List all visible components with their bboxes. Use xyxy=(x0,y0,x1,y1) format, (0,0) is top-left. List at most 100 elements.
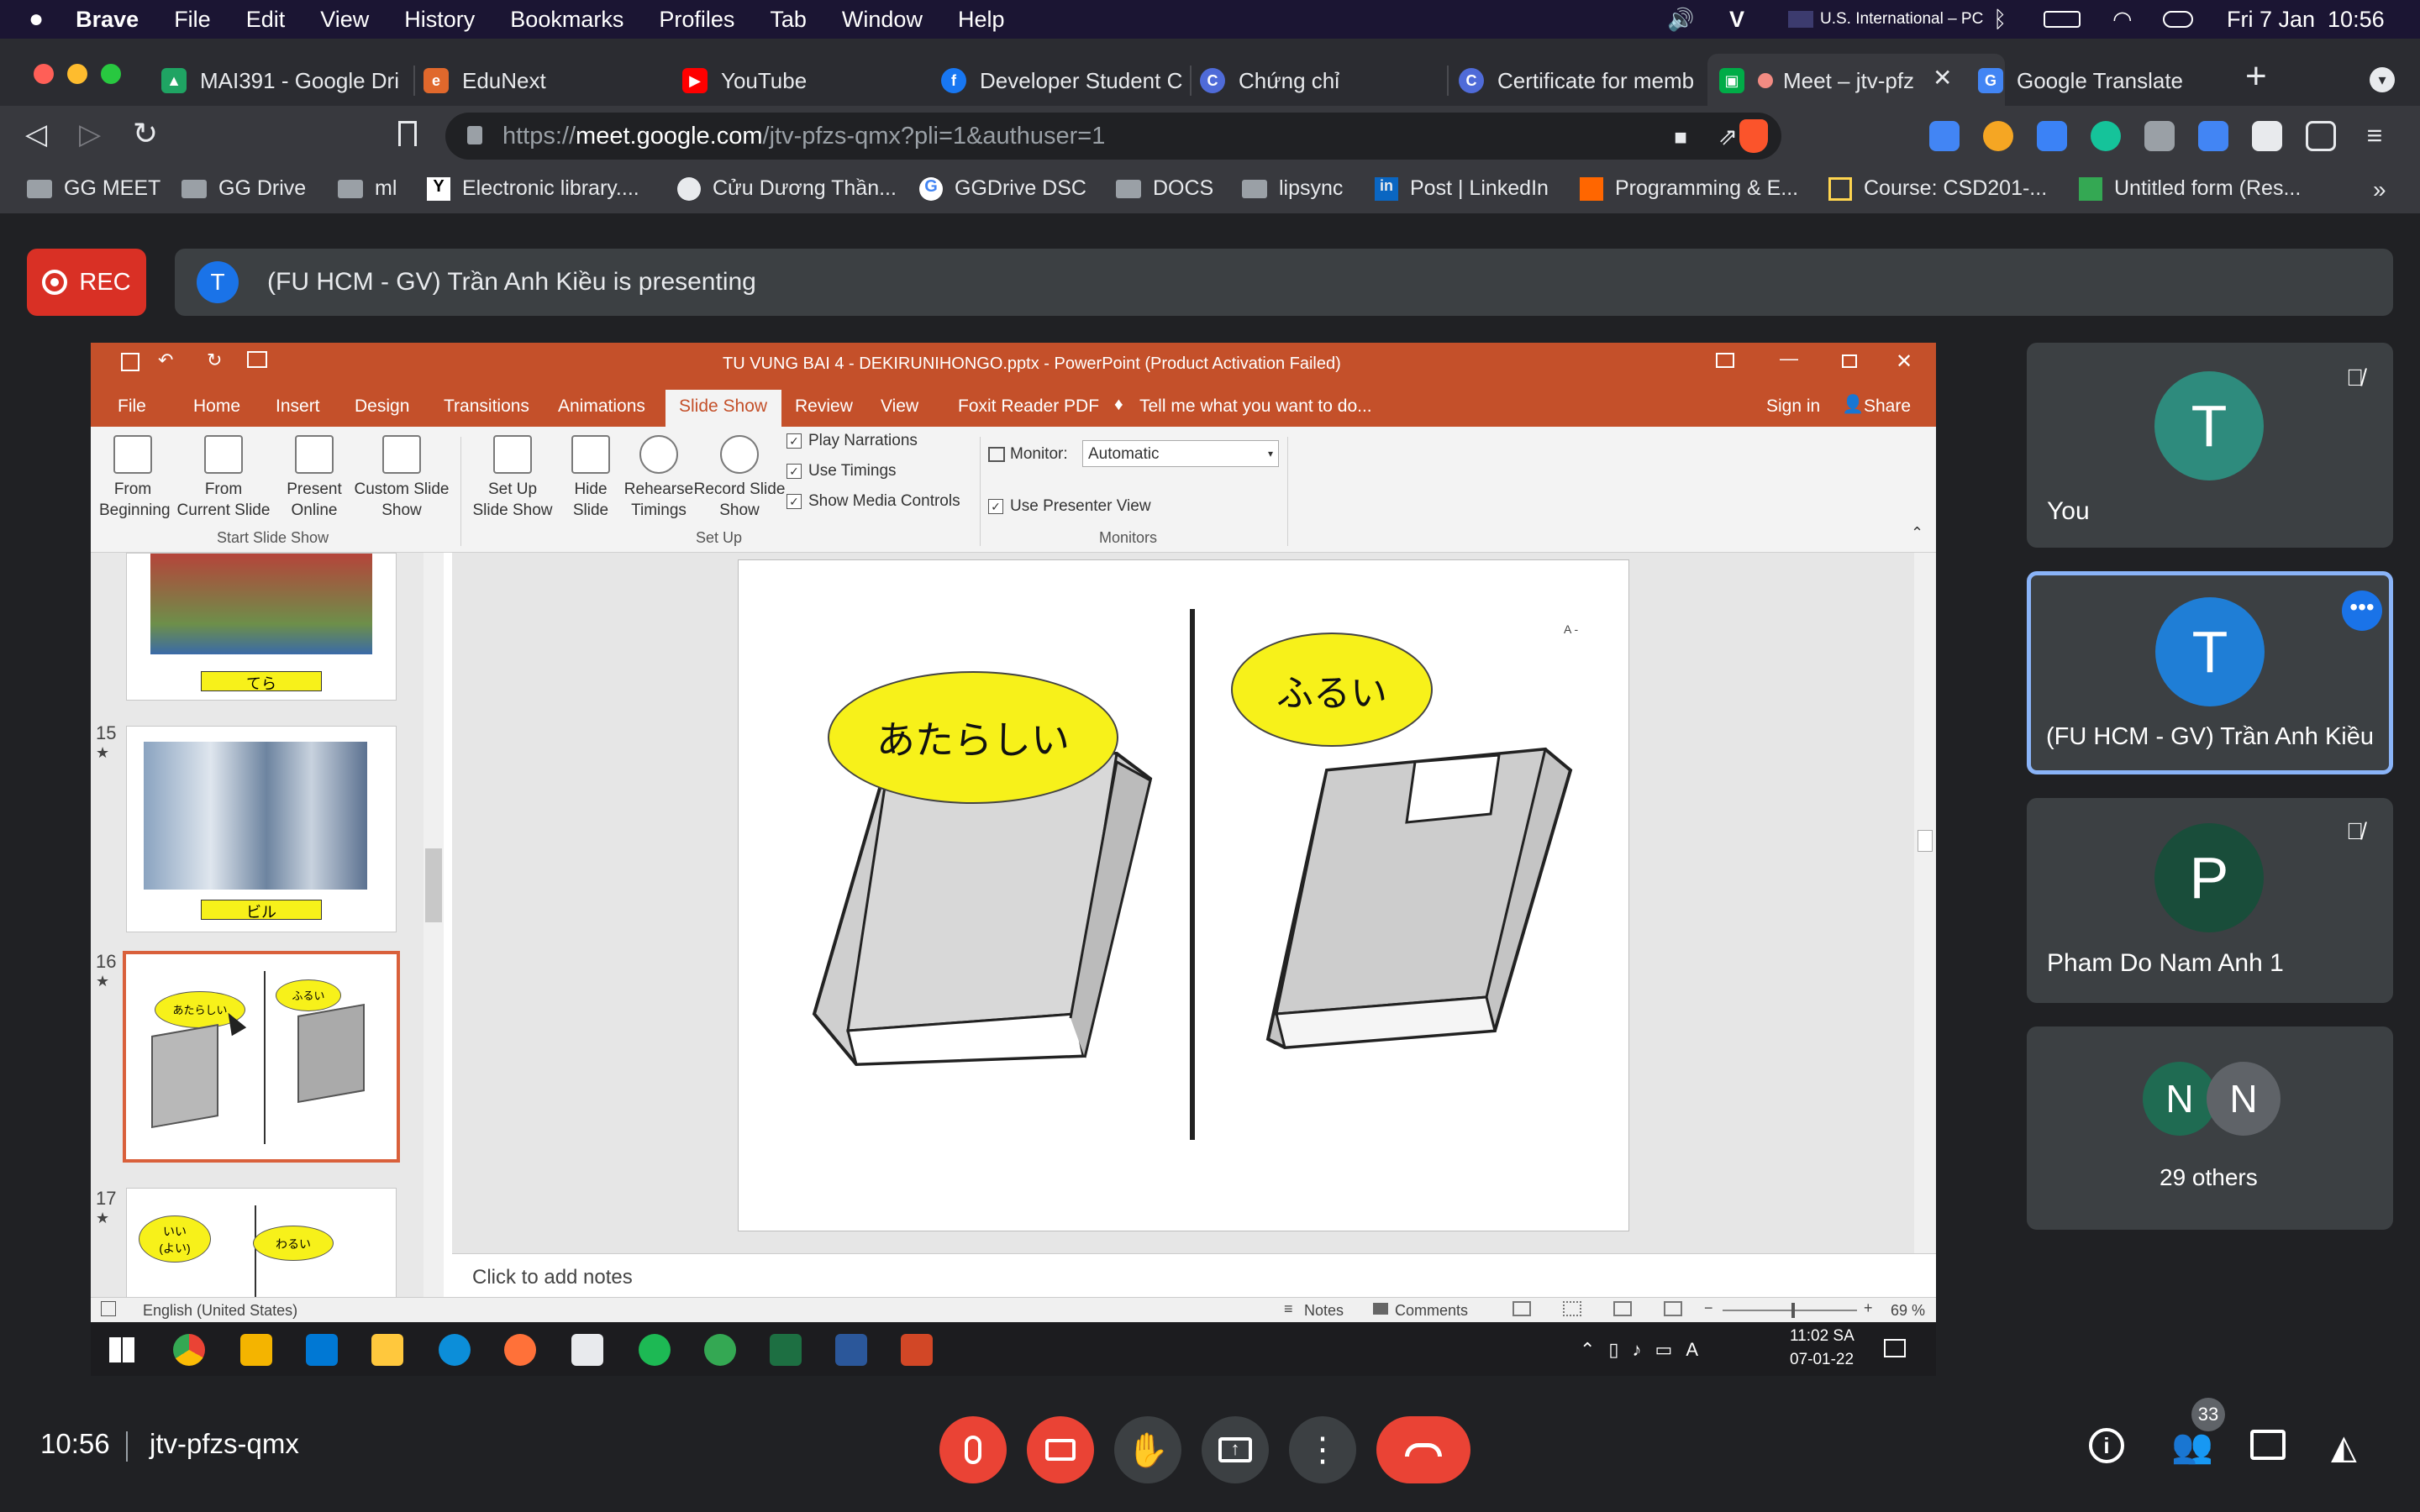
bookmark-ggdrive-dsc[interactable]: G GGDrive DSC xyxy=(919,176,1086,201)
flag-icon xyxy=(1788,11,1813,28)
bookmark-course[interactable]: Course: CSD201-... xyxy=(1828,176,2047,201)
forms-icon xyxy=(2079,176,2102,201)
tab-google-translate[interactable]: G Google Translate xyxy=(1978,60,2213,101)
close-window-button[interactable] xyxy=(34,64,54,84)
tab-certificate[interactable]: C Certificate for memb xyxy=(1459,60,1699,101)
zoom-slider-thumb xyxy=(1791,1303,1795,1318)
app-menu[interactable]: Brave xyxy=(76,7,139,33)
extensions-puzzle-icon[interactable] xyxy=(2252,121,2282,151)
timer-icon xyxy=(639,435,678,474)
ppt-tell-me: Tell me what you want to do... xyxy=(1139,396,1372,416)
wallet-icon[interactable] xyxy=(2306,121,2336,151)
bookmark-gg-meet[interactable]: GG MEET xyxy=(27,176,160,201)
new-tab-button[interactable]: + xyxy=(2245,55,2267,97)
meeting-details-button[interactable]: i xyxy=(2089,1428,2124,1463)
menu-tab[interactable]: Tab xyxy=(770,7,807,33)
wifi-icon[interactable]: ◠ xyxy=(2112,7,2133,33)
tab-search-icon[interactable]: ▾ xyxy=(2370,67,2395,92)
chat-button[interactable] xyxy=(2250,1430,2286,1460)
menu-file[interactable]: File xyxy=(174,7,211,33)
participant-tile-you[interactable]: T You 🎙̸ xyxy=(2027,343,2393,548)
thumb-bubble-bad: わるい xyxy=(253,1226,334,1261)
menu-window[interactable]: Window xyxy=(842,7,923,33)
close-tab-icon[interactable]: ✕ xyxy=(1933,64,1952,92)
bluetooth-icon[interactable]: ᛒ xyxy=(1993,7,2007,33)
people-button[interactable]: 👥 xyxy=(2171,1426,2213,1466)
window-icon xyxy=(571,1334,603,1366)
bookmark-untitled-form[interactable]: Untitled form (Res... xyxy=(2079,176,2301,201)
datetime[interactable]: Fri 7 Jan 10:56 xyxy=(2227,7,2385,33)
screenshot-icon[interactable] xyxy=(2144,121,2175,151)
menu-help[interactable]: Help xyxy=(958,7,1005,33)
bookmark-lipsync[interactable]: lipsync xyxy=(1242,176,1343,201)
menu-history[interactable]: History xyxy=(404,7,475,33)
tab-chung-chi[interactable]: C Chứng chỉ xyxy=(1200,60,1435,101)
bubble-atarashii: あたらしい xyxy=(828,671,1118,804)
grammarly-icon[interactable] xyxy=(2091,121,2121,151)
buildings-image xyxy=(144,742,367,890)
menu-bookmarks[interactable]: Bookmarks xyxy=(510,7,623,33)
credly-icon: C xyxy=(1200,68,1225,93)
bookmark-icon[interactable] xyxy=(398,121,417,146)
volume-icon[interactable]: 🔊 xyxy=(1667,7,1694,33)
menu-icon[interactable]: ≡ xyxy=(2360,121,2390,151)
camera-off-icon xyxy=(1045,1439,1076,1461)
menu-edit[interactable]: Edit xyxy=(246,7,286,33)
more-options-button[interactable]: ••• xyxy=(2342,591,2382,631)
battery-icon[interactable] xyxy=(2044,11,2081,28)
vpn-icon[interactable]: V xyxy=(1729,7,1744,33)
camera-toggle-button[interactable] xyxy=(1027,1416,1094,1483)
bookmark-programming[interactable]: Programming & E... xyxy=(1580,176,1798,201)
store-icon xyxy=(240,1334,272,1366)
tab-edunext[interactable]: e EduNext xyxy=(424,60,659,101)
tab-google-drive[interactable]: ▲ MAI391 - Google Dri xyxy=(161,60,405,101)
mail-icon xyxy=(306,1334,338,1366)
notes-icon: ≡ xyxy=(1284,1300,1293,1317)
extension-icon[interactable] xyxy=(2037,121,2067,151)
record-show-button: Record Slide Show xyxy=(689,435,790,521)
brave-shields-icon[interactable] xyxy=(1739,119,1768,153)
activities-button[interactable]: ◭ xyxy=(2331,1428,2357,1467)
extension-icon[interactable] xyxy=(1983,121,2013,151)
folder-icon xyxy=(1116,179,1141,198)
translate-ext-icon[interactable] xyxy=(2198,121,2228,151)
windows-taskbar: ⌃▯♪▭A 11:02 SA 07-01-22 xyxy=(91,1322,1936,1376)
share-page-icon[interactable]: ⇗ xyxy=(1718,123,1738,150)
more-bookmarks-icon[interactable]: » xyxy=(2373,176,2386,203)
edunext-icon: e xyxy=(424,68,449,93)
menu-view[interactable]: View xyxy=(320,7,369,33)
camera-in-use-icon[interactable]: ■ xyxy=(1674,124,1687,150)
participant-tile-presenter[interactable]: T (FU HCM - GV) Trần Anh Kiều ••• xyxy=(2027,571,2393,774)
bookmark-ml[interactable]: ml xyxy=(338,176,397,201)
bookmark-gg-drive[interactable]: GG Drive xyxy=(182,176,306,201)
tab-youtube[interactable]: ▶ YouTube xyxy=(682,60,918,101)
input-source[interactable]: U.S. International – PC xyxy=(1820,10,1983,29)
check-icon: ✓ xyxy=(988,499,1003,514)
extension-icon[interactable] xyxy=(1929,121,1960,151)
folder-icon xyxy=(27,179,52,198)
leave-call-button[interactable] xyxy=(1376,1416,1470,1483)
control-center-icon[interactable] xyxy=(2163,11,2193,28)
tab-developer-student[interactable]: f Developer Student C xyxy=(941,60,1185,101)
bookmark-docs[interactable]: DOCS xyxy=(1116,176,1213,201)
tab-meet[interactable]: ▣ Meet – jtv-pfz xyxy=(1719,60,1960,101)
raise-hand-button[interactable]: ✋ xyxy=(1114,1416,1181,1483)
extension-icons[interactable]: ≡ xyxy=(1929,121,2390,151)
bookmark-linkedin[interactable]: in Post | LinkedIn xyxy=(1375,176,1549,201)
maximize-window-button[interactable] xyxy=(101,64,121,84)
participant-tile-pham[interactable]: P Pham Do Nam Anh 1 🎙̸ xyxy=(2027,798,2393,1003)
bookmark-cuu-duong[interactable]: Cửu Dương Thần... xyxy=(677,176,897,201)
forward-icon[interactable]: ▷ xyxy=(79,118,101,151)
mic-toggle-button[interactable] xyxy=(939,1416,1007,1483)
others-count: 29 others xyxy=(2160,1164,2258,1190)
menu-profiles[interactable]: Profiles xyxy=(659,7,734,33)
bookmark-electronic-library[interactable]: Y Electronic library.... xyxy=(427,176,639,201)
apple-icon[interactable]: ● xyxy=(29,5,44,34)
back-icon[interactable]: ◁ xyxy=(25,118,47,151)
participant-tile-others[interactable]: N N 29 others xyxy=(2027,1026,2393,1230)
more-options-button[interactable]: ⋮ xyxy=(1289,1416,1356,1483)
minimize-window-button[interactable] xyxy=(67,64,87,84)
reload-icon[interactable]: ↻ xyxy=(133,116,158,151)
present-now-button[interactable]: ↑ xyxy=(1202,1416,1269,1483)
address-bar[interactable]: https://meet.google.com/jtv-pfzs-qmx?pli… xyxy=(445,113,1781,160)
